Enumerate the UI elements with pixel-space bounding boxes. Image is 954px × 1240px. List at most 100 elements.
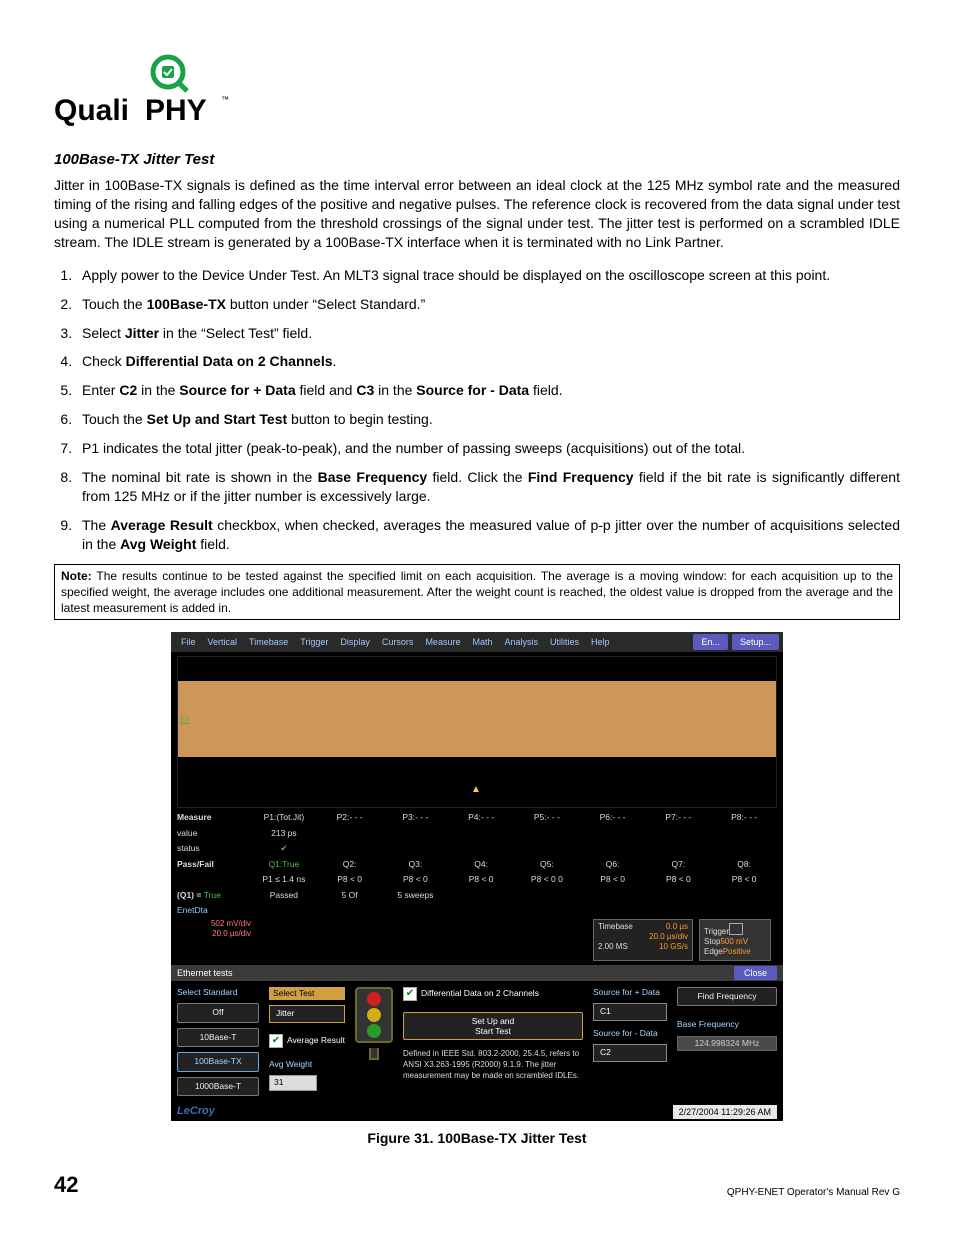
menu-cursors[interactable]: Cursors [376, 635, 420, 649]
avg-weight-input[interactable]: 31 [269, 1075, 317, 1090]
trigger-cursor-icon: ▲ [471, 783, 481, 797]
step-4: Check Differential Data on 2 Channels. [76, 352, 900, 371]
q1-summary-row: (Q1) = True Passed 5 Of 5 sweeps [171, 888, 783, 903]
diff-data-label: Differential Data on 2 Channels [421, 988, 539, 999]
setup-start-button[interactable]: Set Up and Start Test [403, 1012, 583, 1040]
src-plus-dropdown[interactable]: C1 [593, 1003, 667, 1020]
menu-utilities[interactable]: Utilities [544, 635, 585, 649]
std-1000base-t-button[interactable]: 1000Base-T [177, 1077, 259, 1096]
select-test-dropdown[interactable]: Jitter [269, 1005, 345, 1022]
base-frequency-value: 124.998324 MHz [677, 1036, 777, 1051]
measure-row: Measure P1:(Tot.Jit) P2:- - - P3:- - - P… [171, 810, 783, 825]
step-5: Enter C2 in the Source for + Data field … [76, 381, 900, 400]
figure-caption: Figure 31. 100Base-TX Jitter Test [54, 1129, 900, 1148]
intro-paragraph: Jitter in 100Base-TX signals is defined … [54, 176, 900, 252]
diff-data-checkbox[interactable] [403, 987, 417, 1001]
q5: Q5: [514, 859, 580, 870]
menu-timebase[interactable]: Timebase [243, 635, 294, 649]
frequency-column: Find Frequency Base Frequency 124.998324… [677, 987, 777, 1051]
step-8: The nominal bit rate is shown in the Bas… [76, 468, 900, 506]
menu-help[interactable]: Help [585, 635, 616, 649]
q3: Q3: [383, 859, 449, 870]
menu-analysis[interactable]: Analysis [498, 635, 544, 649]
svg-text:Quali: Quali [54, 94, 129, 127]
qualiphy-logo: Quali PHY ™ [54, 54, 900, 132]
passfail-label: Pass/Fail [177, 859, 251, 870]
section-title: 100Base-TX Jitter Test [54, 150, 900, 170]
p2-label: P2:- - - [317, 812, 383, 823]
q1: Q1:True [251, 859, 317, 870]
timebase-card[interactable]: Timebase0.0 µs 20.0 µs/div 2.00 MS10 GS/… [593, 919, 693, 961]
p7-label: P7:- - - [646, 812, 712, 823]
q6: Q6: [580, 859, 646, 870]
enet-vdiv: 502 mV/div [177, 919, 251, 930]
menu-measure[interactable]: Measure [419, 635, 466, 649]
p3-label: P3:- - - [383, 812, 449, 823]
steps-list: Apply power to the Device Under Test. An… [76, 266, 900, 554]
value-label: value [177, 828, 251, 839]
p6-label: P6:- - - [580, 812, 646, 823]
page-footer: 42 QPHY-ENET Operator's Manual Rev G [54, 1170, 900, 1200]
timestamp: 2/27/2004 11:29:26 AM [673, 1105, 777, 1119]
page-number: 42 [54, 1170, 78, 1200]
menu-vertical[interactable]: Vertical [202, 635, 244, 649]
svg-text:™: ™ [221, 95, 229, 104]
select-test-label: Select Test [269, 987, 345, 1000]
note-body: The results continue to be tested agains… [61, 569, 893, 615]
find-frequency-button[interactable]: Find Frequency [677, 987, 777, 1006]
src-plus-label: Source for + Data [593, 987, 667, 998]
menu-trigger[interactable]: Trigger [294, 635, 334, 649]
passfail-cond-row: P1 ≤ 1.4 ns P8 < 0 P8 < 0 P8 < 0 P8 < 0 … [171, 872, 783, 887]
status-label: status [177, 843, 251, 854]
p1-status: ✔ [251, 843, 317, 854]
waveform-band [178, 681, 776, 757]
menu-file[interactable]: File [175, 635, 202, 649]
ethernet-tests-title: Ethernet tests [177, 967, 233, 979]
p4-label: P4:- - - [448, 812, 514, 823]
sources-column: Source for + Data C1 Source for - Data C… [593, 987, 667, 1062]
scope-plot: En ▲ [177, 656, 777, 808]
definition-text: Defined in IEEE Std. 803.2-2000, 25.4.5,… [403, 1049, 583, 1081]
enetdta-label[interactable]: EnetDta [177, 905, 208, 916]
menu-math[interactable]: Math [466, 635, 498, 649]
menu-display[interactable]: Display [334, 635, 376, 649]
trigger-card[interactable]: Trigger Stop500 mV EdgePositive [699, 919, 771, 961]
src-minus-label: Source for - Data [593, 1028, 667, 1039]
p1-value: 213 ps [251, 828, 317, 839]
traffic-light-column [355, 987, 393, 1060]
passfail-row: Pass/Fail Q1:True Q2: Q3: Q4: Q5: Q6: Q7… [171, 857, 783, 872]
shot-footer: LeCroy 2/27/2004 11:29:26 AM [171, 1102, 783, 1121]
traffic-light-icon [355, 987, 393, 1043]
std-100base-tx-button[interactable]: 100Base-TX [177, 1052, 259, 1071]
center-column: Differential Data on 2 Channels Set Up a… [403, 987, 583, 1082]
close-button[interactable]: Close [734, 966, 777, 980]
doc-id: QPHY-ENET Operator's Manual Rev G [727, 1186, 900, 1200]
en-button[interactable]: En... [693, 634, 728, 650]
select-standard-label: Select Standard [177, 987, 259, 998]
base-frequency-label: Base Frequency [677, 1019, 777, 1030]
trash-icon [729, 923, 743, 935]
ethernet-tests-header: Ethernet tests Close [171, 965, 783, 981]
step-6: Touch the Set Up and Start Test button t… [76, 410, 900, 429]
avg-weight-label: Avg Weight [269, 1059, 345, 1070]
note-box: Note: The results continue to be tested … [54, 564, 900, 621]
menu-bar: File Vertical Timebase Trigger Display C… [171, 632, 783, 652]
step-2: Touch the 100Base-TX button under “Selec… [76, 295, 900, 314]
note-label: Note: [61, 569, 92, 583]
std-off-button[interactable]: Off [177, 1003, 259, 1022]
q4: Q4: [448, 859, 514, 870]
p5-label: P5:- - - [514, 812, 580, 823]
step-3: Select Jitter in the “Select Test” field… [76, 324, 900, 343]
setup-button[interactable]: Setup... [732, 634, 779, 650]
src-minus-dropdown[interactable]: C2 [593, 1044, 667, 1061]
enet-tdiv: 20.0 µs/div [177, 929, 251, 940]
std-10base-t-button[interactable]: 10Base-T [177, 1028, 259, 1047]
p8-label: P8:- - - [711, 812, 777, 823]
step-7: P1 indicates the total jitter (peak-to-p… [76, 439, 900, 458]
p1-label: P1:(Tot.Jit) [251, 812, 317, 823]
average-result-checkbox[interactable] [269, 1034, 283, 1048]
brand-logo: LeCroy [177, 1104, 215, 1119]
oscilloscope-screenshot: File Vertical Timebase Trigger Display C… [171, 632, 783, 1121]
measure-label: Measure [177, 812, 251, 823]
measure-status-row: status ✔ [171, 841, 783, 856]
